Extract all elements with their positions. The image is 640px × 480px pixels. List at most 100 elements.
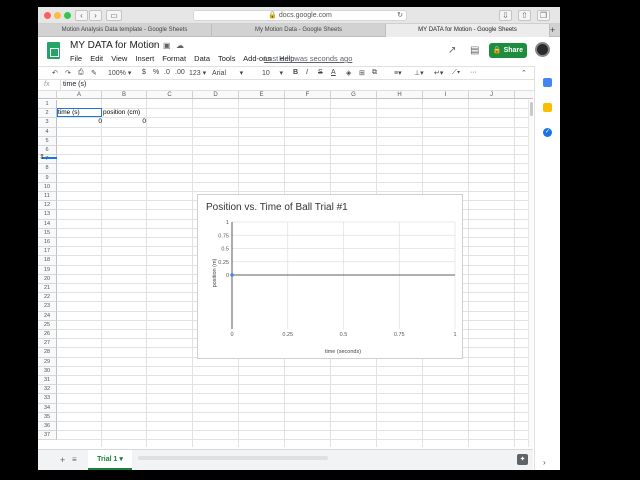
column-header-d[interactable]: D [193, 91, 239, 99]
row-header-17[interactable]: 17 [38, 247, 57, 257]
vertical-align-icon[interactable]: ⊥▾ [414, 69, 424, 77]
column-header-e[interactable]: E [239, 91, 285, 99]
document-title[interactable]: MY DATA for Motion [70, 40, 159, 51]
row-header-11[interactable]: 11 [38, 192, 57, 202]
add-sheet-icon[interactable]: + [60, 455, 65, 465]
back-button[interactable]: ‹ [75, 10, 88, 21]
tasks-icon[interactable]: ✓ [543, 128, 552, 137]
row-header-31[interactable]: 31 [38, 376, 57, 386]
row-header-25[interactable]: 25 [38, 320, 57, 330]
new-tab-icon[interactable]: + [550, 24, 555, 36]
spreadsheet-grid[interactable]: ABCDEFGHIJK 1234567891011121314151617181… [38, 91, 533, 447]
sheet-tab-trial-1[interactable]: Trial 1 ▾ [88, 450, 132, 470]
column-header-g[interactable]: G [331, 91, 377, 99]
menu-insert[interactable]: Insert [135, 54, 154, 63]
select-all-corner[interactable] [38, 91, 57, 99]
cell-a2[interactable]: 0 [58, 118, 102, 125]
row-header-19[interactable]: 19 [38, 265, 57, 275]
row-header-21[interactable]: 21 [38, 284, 57, 294]
row-header-35[interactable]: 35 [38, 412, 57, 422]
menu-file[interactable]: File [70, 54, 82, 63]
address-bar[interactable]: 🔒 docs.google.com ↻ [193, 10, 407, 21]
keep-icon[interactable] [543, 103, 552, 112]
row-header-15[interactable]: 15 [38, 228, 57, 238]
calendar-icon[interactable] [543, 78, 552, 87]
menu-tools[interactable]: Tools [218, 54, 236, 63]
avatar[interactable] [535, 42, 550, 57]
row-header-5[interactable]: 5 [38, 136, 57, 146]
column-header-f[interactable]: F [285, 91, 331, 99]
percent-button[interactable]: % [153, 69, 159, 76]
row-header-12[interactable]: 12 [38, 201, 57, 211]
decrease-decimal-button[interactable]: .0 [164, 69, 170, 76]
row-header-22[interactable]: 22 [38, 293, 57, 303]
cell-b1[interactable]: position (cm) [103, 109, 140, 116]
row-header-3[interactable]: 3 [38, 118, 57, 128]
comment-icon[interactable]: ▤ [470, 45, 479, 56]
text-color-button[interactable]: A [331, 69, 336, 76]
row-header-24[interactable]: 24 [38, 311, 57, 321]
forward-button[interactable]: › [89, 10, 102, 21]
collapse-menus-icon[interactable]: ⌃ [521, 69, 527, 77]
column-header-c[interactable]: C [147, 91, 193, 99]
row-header-27[interactable]: 27 [38, 339, 57, 349]
row-header-16[interactable]: 16 [38, 238, 57, 248]
row-header-13[interactable]: 13 [38, 210, 57, 220]
currency-button[interactable]: $ [142, 69, 146, 76]
strikethrough-button[interactable]: S [318, 69, 323, 76]
merge-cells-icon[interactable]: ⧉ [372, 69, 377, 77]
row-header-28[interactable]: 28 [38, 348, 57, 358]
text-wrap-icon[interactable]: ↵▾ [434, 69, 443, 77]
row-header-30[interactable]: 30 [38, 366, 57, 376]
font-size-select[interactable]: 10 ▾ [262, 69, 283, 77]
minimize-window-button[interactable] [54, 12, 61, 19]
print-icon[interactable]: ⎙ [78, 69, 84, 77]
row-header-18[interactable]: 18 [38, 256, 57, 266]
zoom-select[interactable]: 100% ▾ [108, 69, 131, 77]
explore-icon[interactable]: ✦ [517, 454, 528, 465]
browser-tab-2[interactable]: My Motion Data - Google Sheets [212, 24, 386, 37]
font-select[interactable]: Arial ▾ [212, 69, 243, 77]
activity-trend-icon[interactable]: ↗ [448, 45, 456, 56]
column-header-k[interactable]: K [515, 91, 533, 99]
menu-edit[interactable]: Edit [90, 54, 103, 63]
close-window-button[interactable] [44, 12, 51, 19]
share-page-button[interactable]: ⇧ [518, 10, 531, 21]
browser-tab-1[interactable]: Motion Analysis Data template - Google S… [38, 24, 212, 37]
star-icon[interactable]: ☆ [150, 41, 157, 50]
menu-data[interactable]: Data [194, 54, 210, 63]
tab-overview-button[interactable]: ❐ [537, 10, 550, 21]
more-formats-button[interactable]: 123 ▾ [189, 69, 206, 77]
row-header-20[interactable]: 20 [38, 274, 57, 284]
sheets-logo-icon[interactable] [47, 42, 60, 59]
row-header-10[interactable]: 10 [38, 182, 57, 192]
drag-handle-icon[interactable]: ⇕ [39, 153, 45, 161]
menu-view[interactable]: View [111, 54, 127, 63]
undo-icon[interactable]: ↶ [52, 69, 58, 77]
fill-color-icon[interactable]: ◈ [346, 69, 351, 77]
scroll-thumb[interactable] [530, 102, 533, 116]
more-tools-icon[interactable]: ··· [470, 69, 477, 76]
row-header-34[interactable]: 34 [38, 403, 57, 413]
row-header-26[interactable]: 26 [38, 330, 57, 340]
row-header-37[interactable]: 37 [38, 431, 57, 441]
menu-format[interactable]: Format [162, 54, 186, 63]
column-header-i[interactable]: I [423, 91, 469, 99]
chart[interactable]: Position vs. Time of Ball Trial #1 0 0.25… [197, 194, 463, 359]
italic-button[interactable]: I [306, 69, 308, 76]
share-button[interactable]: 🔒 Share [489, 43, 527, 58]
zoom-window-button[interactable] [64, 12, 71, 19]
column-header-a[interactable]: A [57, 91, 102, 99]
row-header-23[interactable]: 23 [38, 302, 57, 312]
borders-icon[interactable]: ⊞ [359, 69, 365, 77]
browser-tab-3[interactable]: MY DATA for Motion - Google Sheets [386, 24, 550, 37]
vertical-scrollbar[interactable] [528, 100, 533, 447]
paint-format-icon[interactable]: ✎ [91, 69, 97, 77]
row-header-33[interactable]: 33 [38, 394, 57, 404]
row-header-9[interactable]: 9 [38, 173, 57, 183]
column-header-h[interactable]: H [377, 91, 423, 99]
column-header-j[interactable]: J [469, 91, 515, 99]
expand-panel-icon[interactable]: › [543, 458, 546, 467]
last-edit-link[interactable]: Last edit was seconds ago [264, 54, 352, 63]
row-header-36[interactable]: 36 [38, 422, 57, 432]
